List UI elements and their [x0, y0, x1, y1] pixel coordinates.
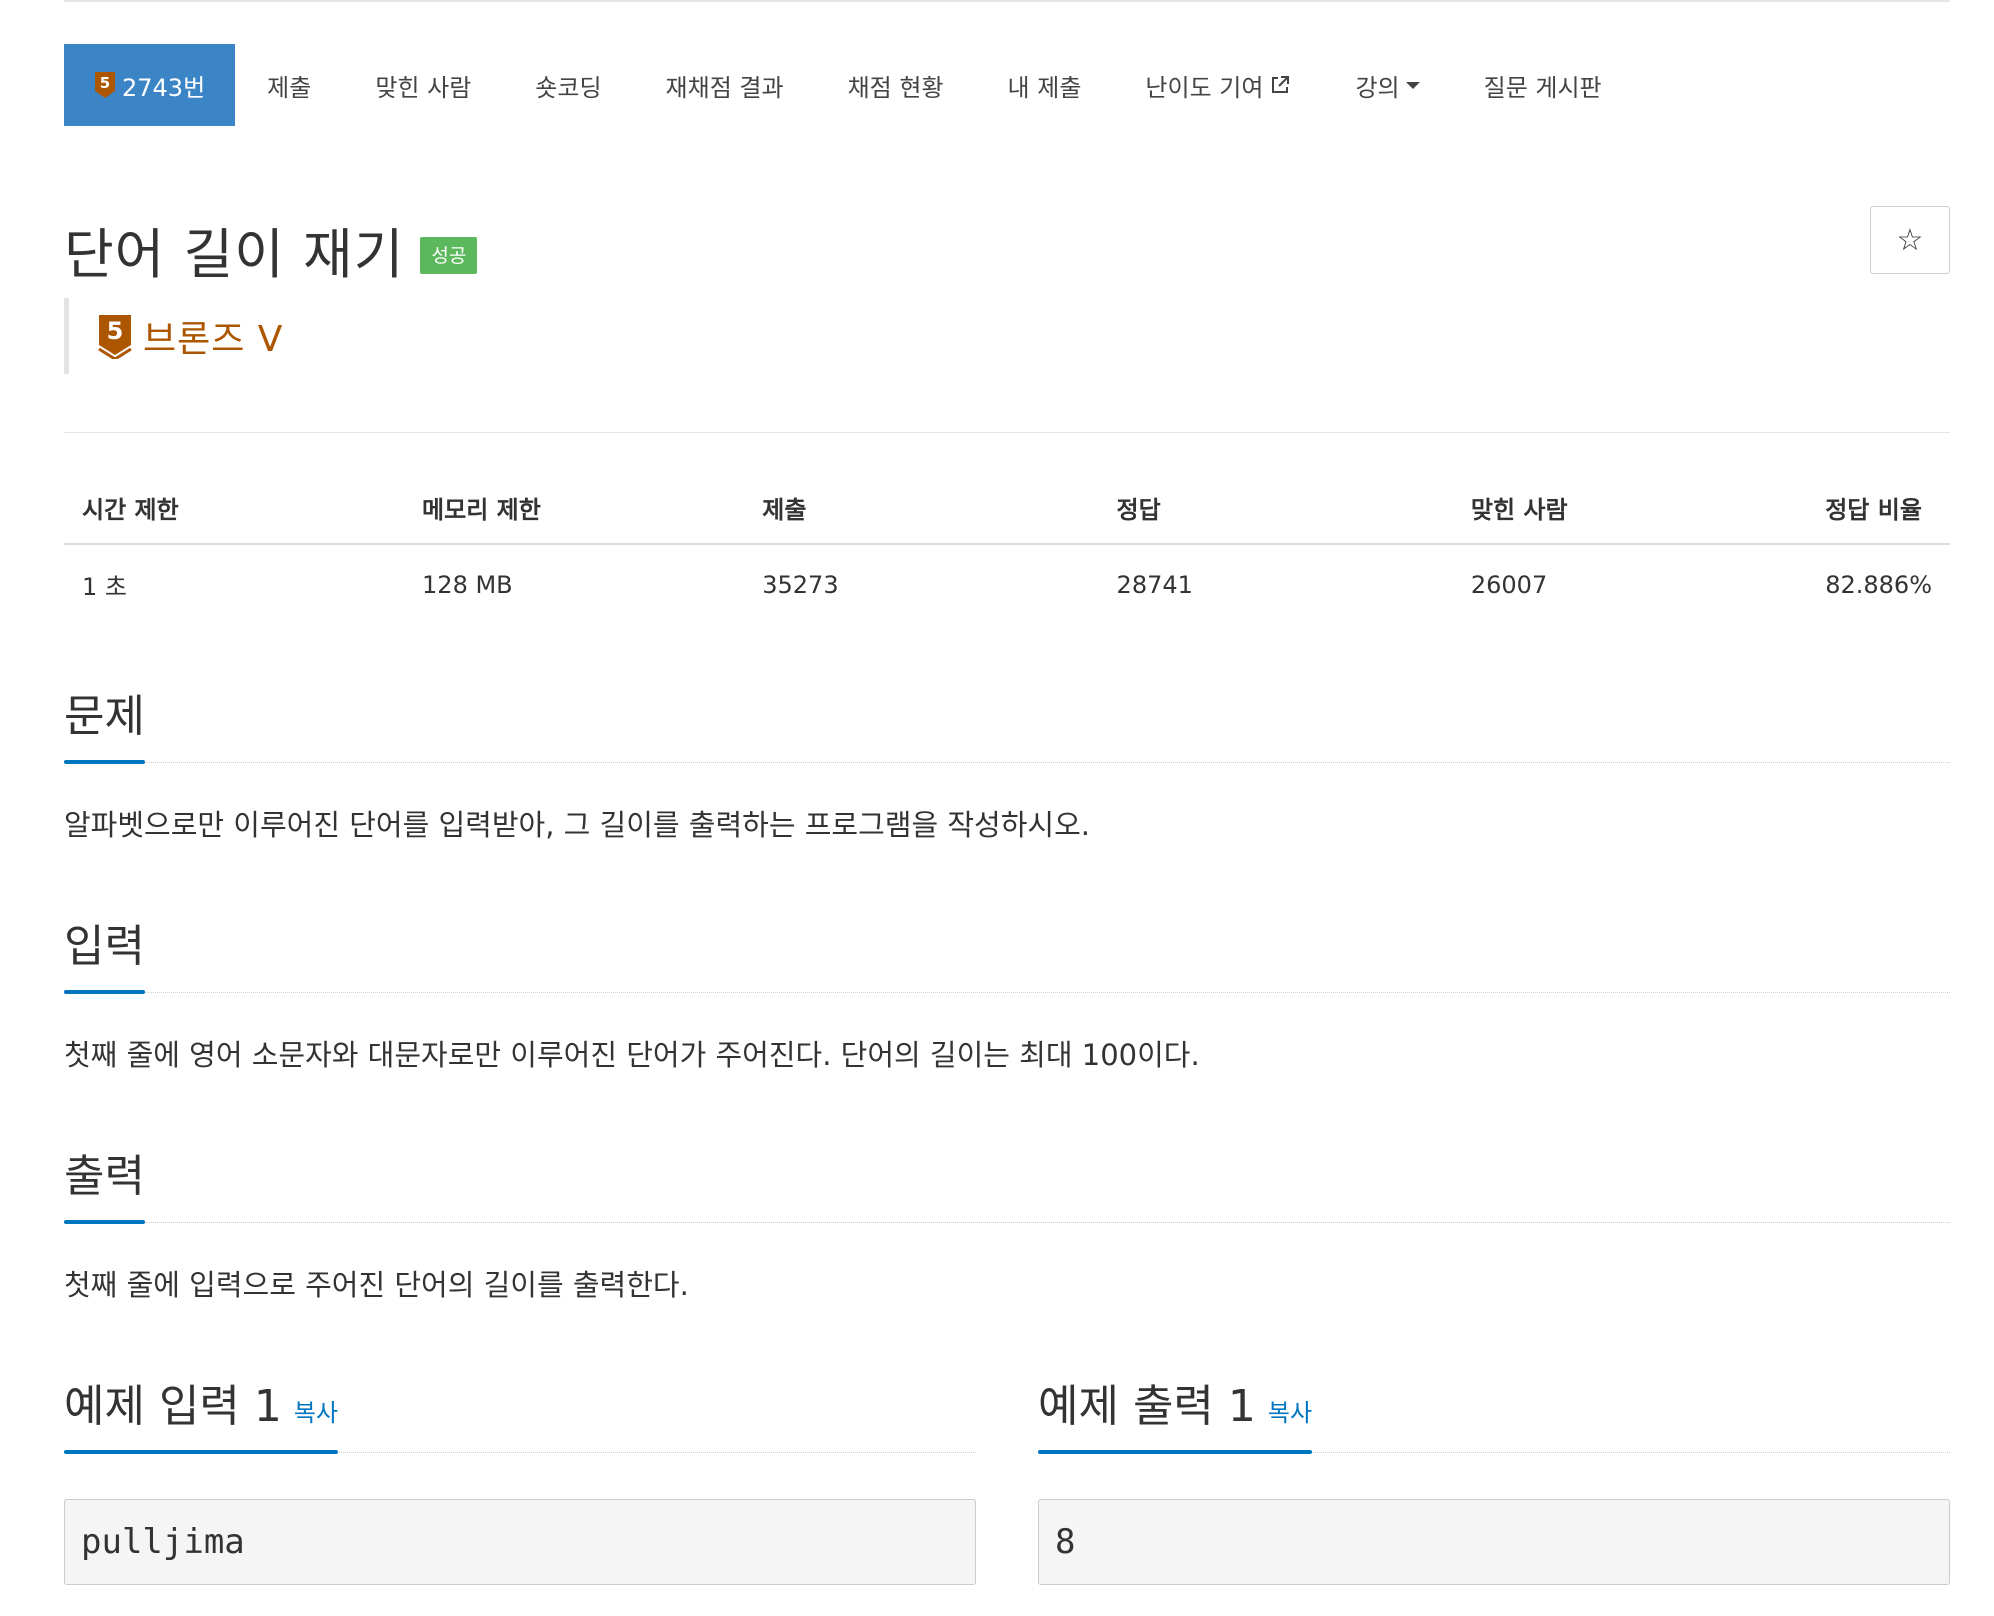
accept-ratio-value: 82.886% [1825, 570, 1932, 599]
problem-description-section: 문제 알파벳으로만 이루어진 단어를 입력받아, 그 길이를 출력하는 프로그램… [64, 680, 1950, 845]
status-badge: 성공 [420, 237, 478, 274]
submissions-value: 35273 [762, 570, 839, 599]
dotted-divider [64, 1222, 1950, 1223]
problem-info-table: 시간 제한 메모리 제한 제출 정답 맞힌 사람 정답 비율 1 초 128 M… [64, 478, 1950, 624]
section-divider [64, 432, 1950, 433]
bronze-tier-icon: 5 [98, 315, 132, 359]
top-divider [64, 0, 1950, 2]
sample-input-title: 예제 입력 1 [64, 1381, 282, 1432]
table-header-cell: 정답 비율 [1807, 478, 1950, 545]
tier-label[interactable]: 브론즈 V [143, 310, 283, 362]
bronze-tier-icon: 5 [95, 72, 115, 98]
tab-my-submissions[interactable]: 내 제출 [976, 44, 1114, 126]
page-title: 단어 길이 재기 [64, 223, 405, 286]
dotted-divider [64, 762, 1950, 763]
copy-sample-input-button[interactable]: 복사 [294, 1399, 338, 1427]
table-header-cell: 시간 제한 [64, 478, 405, 545]
favorite-star-button[interactable]: ☆ [1870, 206, 1950, 274]
time-limit-value: 1 초 [82, 573, 127, 601]
table-row: 1 초 128 MB 35273 28741 26007 82.886% [64, 544, 1950, 624]
problem-header: 단어 길이 재기 성공 [64, 210, 478, 289]
tab-submit[interactable]: 제출 [235, 44, 343, 126]
external-link-icon [1272, 76, 1290, 93]
table-header-cell: 메모리 제한 [404, 478, 745, 545]
table-header-cell: 제출 [744, 478, 1099, 545]
tab-judge-status[interactable]: 채점 현황 [816, 44, 976, 126]
tab-short-coding[interactable]: 숏코딩 [503, 44, 633, 126]
tier-block: 5 브론즈 V [64, 298, 283, 374]
tab-lectures[interactable]: 강의 [1323, 44, 1451, 126]
dotted-divider [64, 992, 1950, 993]
table-header-row: 시간 제한 메모리 제한 제출 정답 맞힌 사람 정답 비율 [64, 478, 1950, 545]
solved-users-value: 26007 [1470, 570, 1548, 599]
svg-text:5: 5 [100, 74, 110, 92]
tab-difficulty-contribution[interactable]: 난이도 기여 [1113, 44, 1323, 126]
section-title: 예제 출력 1 복사 [1038, 1370, 1313, 1454]
memory-limit-value: 128 MB [422, 570, 513, 599]
table-header-cell: 정답 [1098, 478, 1453, 545]
tab-rejudge-results[interactable]: 재채점 결과 [634, 44, 816, 126]
tab-solved-users[interactable]: 맞힌 사람 [343, 44, 503, 126]
sample-output-box[interactable]: 8 [1038, 1499, 1950, 1585]
input-section: 입력 첫째 줄에 영어 소문자와 대문자로만 이루어진 단어가 주어진다. 단어… [64, 910, 1950, 1075]
tab-label: 강의 [1355, 73, 1400, 102]
chevron-down-icon [1405, 81, 1420, 89]
svg-text:5: 5 [107, 317, 124, 345]
section-title: 출력 [64, 1140, 145, 1224]
section-title: 입력 [64, 910, 145, 994]
section-title: 예제 입력 1 복사 [64, 1370, 339, 1454]
section-title: 문제 [64, 680, 145, 764]
sample-output-panel: 예제 출력 1 복사 8 [1038, 1370, 1950, 1585]
table-header-cell: 맞힌 사람 [1452, 478, 1808, 545]
tab-label: 난이도 기여 [1145, 73, 1264, 102]
output-description-text: 첫째 줄에 입력으로 주어진 단어의 길이를 출력한다. [64, 1268, 689, 1302]
tab-question-board[interactable]: 질문 게시판 [1452, 44, 1634, 126]
sample-input-box[interactable]: pulljima [64, 1499, 976, 1585]
star-icon: ☆ [1896, 223, 1924, 257]
problem-tabs: 5 2743번 제출 맞힌 사람 숏코딩 재채점 결과 채점 현황 내 제출 난… [64, 44, 1634, 126]
problem-description-text: 알파벳으로만 이루어진 단어를 입력받아, 그 길이를 출력하는 프로그램을 작… [64, 808, 1090, 842]
sample-output-title: 예제 출력 1 [1038, 1381, 1256, 1432]
output-section: 출력 첫째 줄에 입력으로 주어진 단어의 길이를 출력한다. [64, 1140, 1950, 1305]
input-description-text: 첫째 줄에 영어 소문자와 대문자로만 이루어진 단어가 주어진다. 단어의 길… [64, 1038, 1200, 1072]
tab-problem[interactable]: 5 2743번 [64, 44, 236, 126]
accepted-value: 28741 [1116, 570, 1193, 599]
sample-input-panel: 예제 입력 1 복사 pulljima [64, 1370, 976, 1585]
tab-label: 2743번 [122, 73, 206, 102]
copy-sample-output-button[interactable]: 복사 [1268, 1399, 1312, 1427]
